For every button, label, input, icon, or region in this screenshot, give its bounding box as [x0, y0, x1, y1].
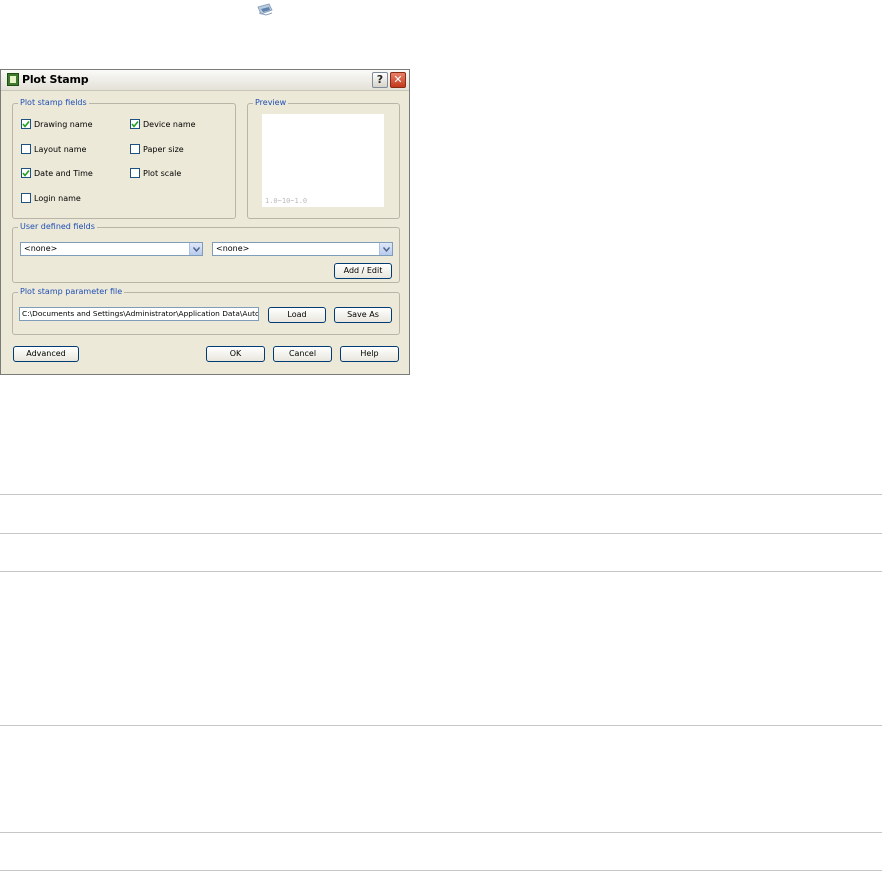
plot-stamp-fields-legend: Plot stamp fields: [18, 98, 89, 108]
advanced-label: Advanced: [26, 349, 66, 358]
checkbox-box[interactable]: [130, 168, 140, 178]
plot-stamp-fields-group: Plot stamp fields Drawing name Device na…: [12, 98, 236, 219]
cancel-label: Cancel: [288, 349, 317, 358]
parameter-file-legend: Plot stamp parameter file: [18, 287, 125, 297]
divider: [0, 870, 882, 871]
divider: [0, 725, 882, 726]
cancel-button[interactable]: Cancel: [273, 346, 332, 362]
preview-legend: Preview: [253, 98, 289, 108]
ok-label: OK: [229, 349, 242, 358]
plot-stamp-toolbar-icon: [257, 1, 273, 17]
add-edit-button[interactable]: Add / Edit: [334, 263, 392, 279]
divider: [0, 832, 882, 833]
paper-size-checkbox[interactable]: Paper size: [130, 144, 184, 154]
user-defined-fields-legend: User defined fields: [18, 222, 97, 232]
plot-scale-checkbox[interactable]: Plot scale: [130, 168, 181, 178]
parameter-file-path-field[interactable]: C:\Documents and Settings\Administrator\…: [19, 307, 259, 321]
save-as-label: Save As: [347, 310, 379, 319]
checkbox-box[interactable]: [21, 144, 31, 154]
drawing-name-checkbox[interactable]: Drawing name: [21, 119, 93, 129]
drawing-name-label: Drawing name: [34, 119, 93, 129]
checkbox-box[interactable]: [130, 144, 140, 154]
plot-stamp-icon: [7, 73, 19, 86]
check-icon: [22, 170, 30, 177]
date-and-time-checkbox[interactable]: Date and Time: [21, 168, 93, 178]
combo-value: <none>: [24, 244, 58, 253]
close-button[interactable]: ✕: [390, 72, 406, 88]
preview-group: Preview 1.0~10~1.0: [247, 98, 400, 219]
checkbox-box[interactable]: [21, 193, 31, 203]
check-icon: [22, 121, 30, 128]
close-icon: ✕: [393, 73, 403, 86]
plot-stamp-dialog: Plot Stamp ? ✕ Plot stamp fields Drawing…: [0, 69, 410, 375]
divider: [0, 571, 882, 572]
checkbox-box[interactable]: [21, 119, 31, 129]
layout-name-checkbox[interactable]: Layout name: [21, 144, 86, 154]
chevron-down-icon[interactable]: [379, 243, 392, 255]
help-button[interactable]: Help: [340, 346, 399, 362]
preview-canvas: 1.0~10~1.0: [262, 114, 384, 207]
divider: [0, 494, 882, 495]
login-name-checkbox[interactable]: Login name: [21, 193, 81, 203]
user-field-combo-1[interactable]: <none>: [20, 242, 203, 256]
preview-stamp-text: 1.0~10~1.0: [265, 197, 308, 205]
checkbox-box[interactable]: [130, 119, 140, 129]
advanced-button[interactable]: Advanced: [13, 346, 79, 362]
user-field-combo-2[interactable]: <none>: [212, 242, 393, 256]
ok-button[interactable]: OK: [206, 346, 265, 362]
help-title-button[interactable]: ?: [372, 72, 388, 88]
checkbox-box[interactable]: [21, 168, 31, 178]
save-as-button[interactable]: Save As: [334, 307, 392, 323]
chevron-down-icon[interactable]: [189, 243, 202, 255]
paper-size-label: Paper size: [143, 144, 184, 154]
help-label: Help: [360, 349, 379, 358]
parameter-file-path-value: C:\Documents and Settings\Administrator\…: [22, 309, 259, 318]
user-defined-fields-group: User defined fields <none> <none> Add / …: [12, 222, 400, 283]
date-and-time-label: Date and Time: [34, 168, 93, 178]
plot-scale-label: Plot scale: [143, 168, 182, 178]
title-bar: Plot Stamp ? ✕: [1, 70, 409, 91]
check-icon: [131, 121, 139, 128]
help-title-label: ?: [376, 73, 384, 86]
dialog-title: Plot Stamp: [22, 73, 89, 86]
device-name-label: Device name: [143, 119, 196, 129]
login-name-label: Login name: [34, 193, 81, 203]
load-label: Load: [287, 310, 307, 319]
divider: [0, 533, 882, 534]
parameter-file-group: Plot stamp parameter file C:\Documents a…: [12, 287, 400, 335]
load-button[interactable]: Load: [268, 307, 326, 323]
device-name-checkbox[interactable]: Device name: [130, 119, 196, 129]
combo-value: <none>: [216, 244, 250, 253]
layout-name-label: Layout name: [34, 144, 87, 154]
add-edit-label: Add / Edit: [343, 266, 383, 275]
